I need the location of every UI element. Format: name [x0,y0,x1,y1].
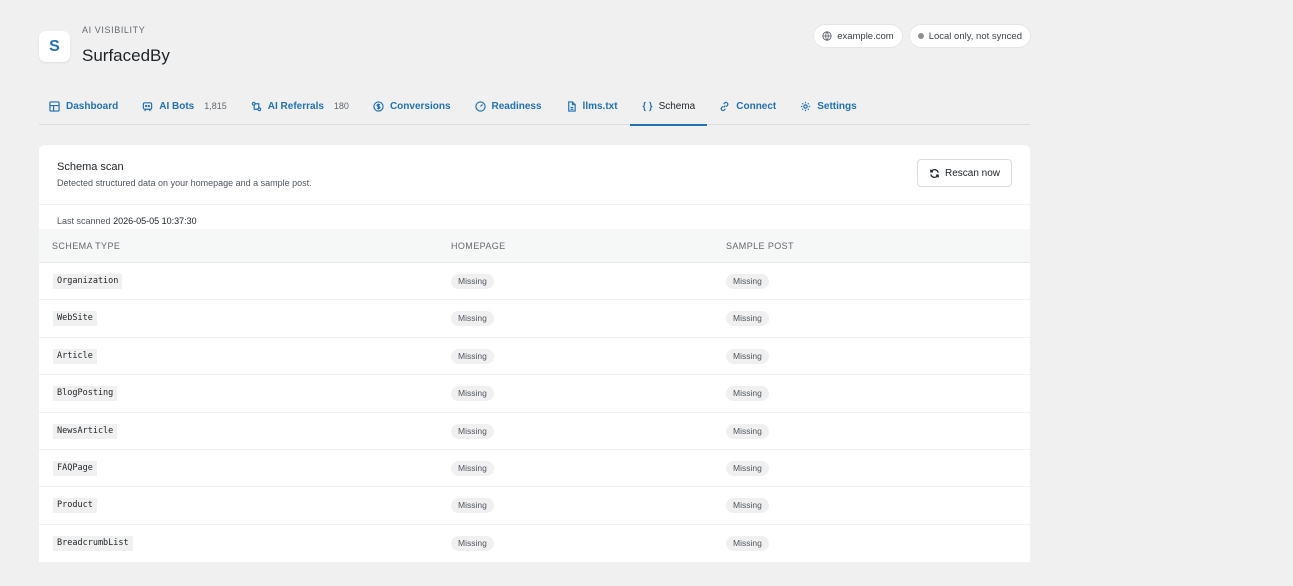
status-badge: Missing [451,386,494,402]
eyebrow-label: AI VISIBILITY [82,25,146,35]
gear-icon [801,101,811,111]
column-header-homepage: HOMEPAGE [451,241,506,251]
status-badge: Missing [726,535,769,551]
bot-icon [143,101,153,111]
referrals-icon [251,101,261,111]
table-row: FAQPage Missing Missing [39,450,1030,488]
status-badge: Missing [451,311,494,327]
last-scanned-label: Last scanned [57,216,111,226]
tab-label: Conversions [389,100,451,112]
app-container: S AI VISIBILITY SurfacedBy example.com L… [39,0,1030,562]
schema-type-code: Organization [53,274,123,289]
status-pills: example.com Local only, not synced [814,25,1030,47]
tab-settings[interactable]: Settings [788,88,868,125]
status-badge: Missing [726,423,769,439]
status-badge: Missing [451,348,494,364]
site-domain: example.com [837,30,894,42]
tab-llms-txt[interactable]: llms.txt [554,88,630,125]
schema-type-code: NewsArticle [53,423,118,439]
tab-label: AI Bots [159,100,195,112]
tab-conversions[interactable]: Conversions [361,88,463,125]
tab-label: Readiness [491,100,542,112]
link-icon [720,101,729,111]
tab-ai-bots[interactable]: AI Bots 1,815 [130,88,239,125]
status-badge: Missing [726,460,769,476]
dashboard-icon [49,100,60,112]
site-pill: example.com [814,25,902,47]
refresh-icon [930,168,939,178]
status-badge: Missing [451,535,494,551]
table-header: SCHEMA TYPE HOMEPAGE SAMPLE POST [39,229,1030,263]
file-icon [567,100,576,112]
tab-label: Settings [817,100,857,112]
braces-icon [641,101,653,111]
table-row: BreadcrumbList Missing Missing [39,525,1030,562]
tab-label: AI Referrals [267,100,324,112]
status-badge: Missing [451,498,494,514]
sync-status-text: Local only, not synced [928,30,1022,42]
status-badge: Missing [451,274,494,289]
globe-icon [822,31,832,41]
last-scanned: Last scanned 2026-05-05 10:37:30 [57,216,197,226]
schema-type-code: WebSite [53,311,97,327]
schema-type-code: BlogPosting [53,386,118,402]
table-row: Product Missing Missing [39,487,1030,525]
status-badge: Missing [726,311,769,327]
table-row: NewsArticle Missing Missing [39,413,1030,450]
page-title: SurfacedBy [82,46,170,65]
status-dot-icon [917,33,924,39]
table-row: Article Missing Missing [39,338,1030,376]
tab-readiness[interactable]: Readiness [463,88,554,125]
tab-label: Schema [658,100,696,112]
sync-status-pill: Local only, not synced [909,25,1030,47]
page-header: S AI VISIBILITY SurfacedBy example.com L… [39,0,1030,88]
tab-count-badge: 1,815 [204,101,227,111]
tab-schema[interactable]: Schema [629,88,708,126]
dollar-icon [373,100,384,112]
card-subtitle: Detected structured data on your homepag… [57,178,312,188]
tab-dashboard[interactable]: Dashboard [39,88,130,125]
card-title: Schema scan [57,161,124,173]
schema-type-code: FAQPage [53,460,97,476]
schema-type-code: BreadcrumbList [53,535,133,551]
table-row: BlogPosting Missing Missing [39,375,1030,413]
rescan-label: Rescan now [944,167,1000,179]
rescan-button[interactable]: Rescan now [916,159,1012,187]
card-header: Schema scan Detected structured data on … [39,145,1030,205]
status-badge: Missing [726,274,769,289]
column-header-sample-post: SAMPLE POST [726,241,794,251]
tab-ai-referrals[interactable]: AI Referrals 180 [239,88,361,125]
last-scanned-timestamp: 2026-05-05 10:37:30 [113,216,197,226]
status-badge: Missing [726,386,769,402]
nav-tabs: Dashboard AI Bots 1,815 AI Referrals 180… [39,88,1030,126]
gauge-icon [474,100,486,112]
status-badge: Missing [726,498,769,514]
schema-scan-card: Schema scan Detected structured data on … [39,145,1030,562]
tab-connect[interactable]: Connect [707,88,788,125]
table-row: WebSite Missing Missing [39,300,1030,338]
column-header-schema-type: SCHEMA TYPE [52,241,121,251]
tab-label: Dashboard [66,100,119,112]
tab-count-badge: 180 [333,101,349,111]
status-badge: Missing [726,348,769,364]
schema-type-code: Article [53,348,97,364]
app-logo: S [39,31,70,62]
schema-type-code: Product [53,498,97,514]
schema-table-body: Organization Missing Missing WebSite Mis… [39,263,1030,562]
tab-label: Connect [736,100,777,112]
status-badge: Missing [451,460,494,476]
tab-label: llms.txt [582,100,618,112]
status-badge: Missing [451,423,494,439]
table-row: Organization Missing Missing [39,263,1030,301]
